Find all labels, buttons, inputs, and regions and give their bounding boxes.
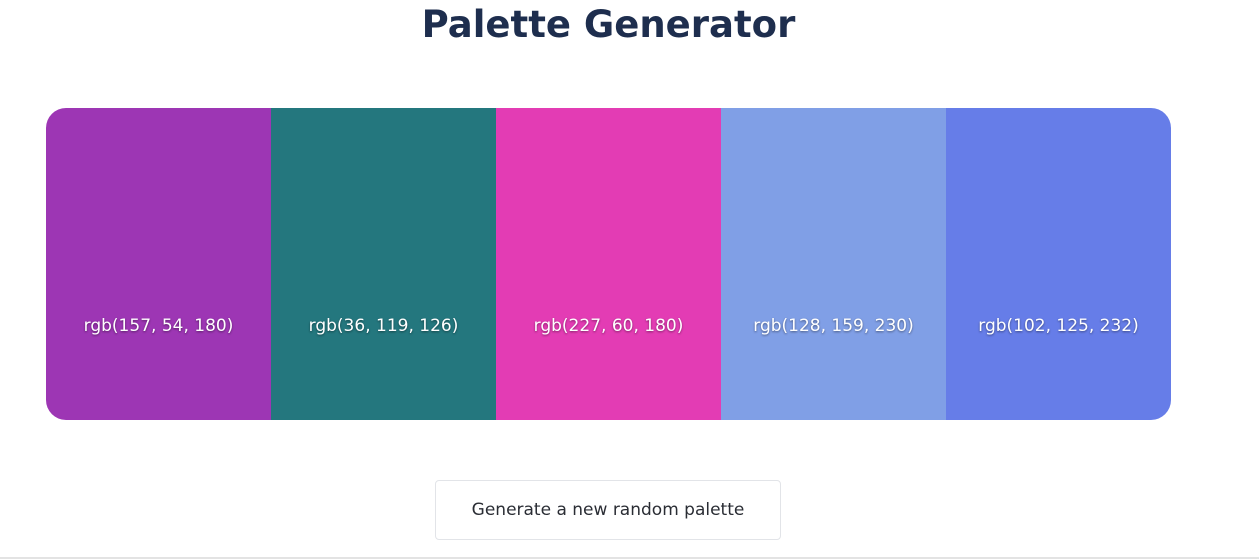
palette-container: rgb(157, 54, 180) rgb(36, 119, 126) rgb(…: [46, 108, 1171, 420]
generate-palette-button[interactable]: Generate a new random palette: [435, 480, 781, 540]
color-swatch-3[interactable]: rgb(227, 60, 180): [496, 108, 721, 420]
color-swatch-4[interactable]: rgb(128, 159, 230): [721, 108, 946, 420]
swatch-rgb-label: rgb(128, 159, 230): [753, 316, 914, 336]
swatch-rgb-label: rgb(102, 125, 232): [978, 316, 1139, 336]
swatch-rgb-label: rgb(157, 54, 180): [83, 316, 234, 336]
color-swatch-2[interactable]: rgb(36, 119, 126): [271, 108, 496, 420]
page-title: Palette Generator: [421, 3, 796, 46]
swatch-rgb-label: rgb(227, 60, 180): [533, 316, 684, 336]
color-swatch-5[interactable]: rgb(102, 125, 232): [946, 108, 1171, 420]
color-swatch-1[interactable]: rgb(157, 54, 180): [46, 108, 271, 420]
swatch-rgb-label: rgb(36, 119, 126): [308, 316, 459, 336]
